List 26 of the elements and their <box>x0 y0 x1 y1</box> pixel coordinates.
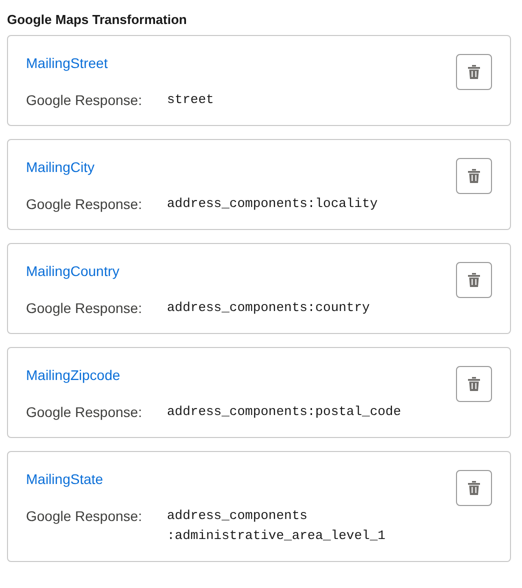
field-link[interactable]: MailingStreet <box>26 52 108 74</box>
field-link[interactable]: MailingCity <box>26 156 94 178</box>
response-label: Google Response: <box>26 506 143 526</box>
response-label: Google Response: <box>26 90 143 110</box>
response-value: address_components:country <box>167 298 370 316</box>
trash-icon <box>468 272 480 286</box>
delete-button[interactable] <box>456 262 492 298</box>
delete-button[interactable] <box>456 54 492 90</box>
delete-button[interactable] <box>456 470 492 506</box>
response-label: Google Response: <box>26 402 143 422</box>
section-title: Google Maps Transformation <box>7 11 188 29</box>
trash-icon <box>468 168 480 182</box>
response-value: address_components:postal_code <box>167 402 402 420</box>
trash-icon <box>468 64 480 78</box>
field-link[interactable]: MailingState <box>26 468 104 490</box>
response-value: address_components :administrative_area_level_1 <box>167 506 386 546</box>
delete-button[interactable] <box>456 366 492 402</box>
response-value: address_components:locality <box>167 194 378 212</box>
field-link[interactable]: MailingZipcode <box>26 364 120 386</box>
trash-icon <box>468 480 480 494</box>
trash-icon <box>468 376 480 390</box>
delete-button[interactable] <box>456 158 492 194</box>
response-label: Google Response: <box>26 194 143 214</box>
response-label: Google Response: <box>26 298 143 318</box>
field-link[interactable]: MailingCountry <box>26 260 120 282</box>
response-value: street <box>167 90 214 108</box>
